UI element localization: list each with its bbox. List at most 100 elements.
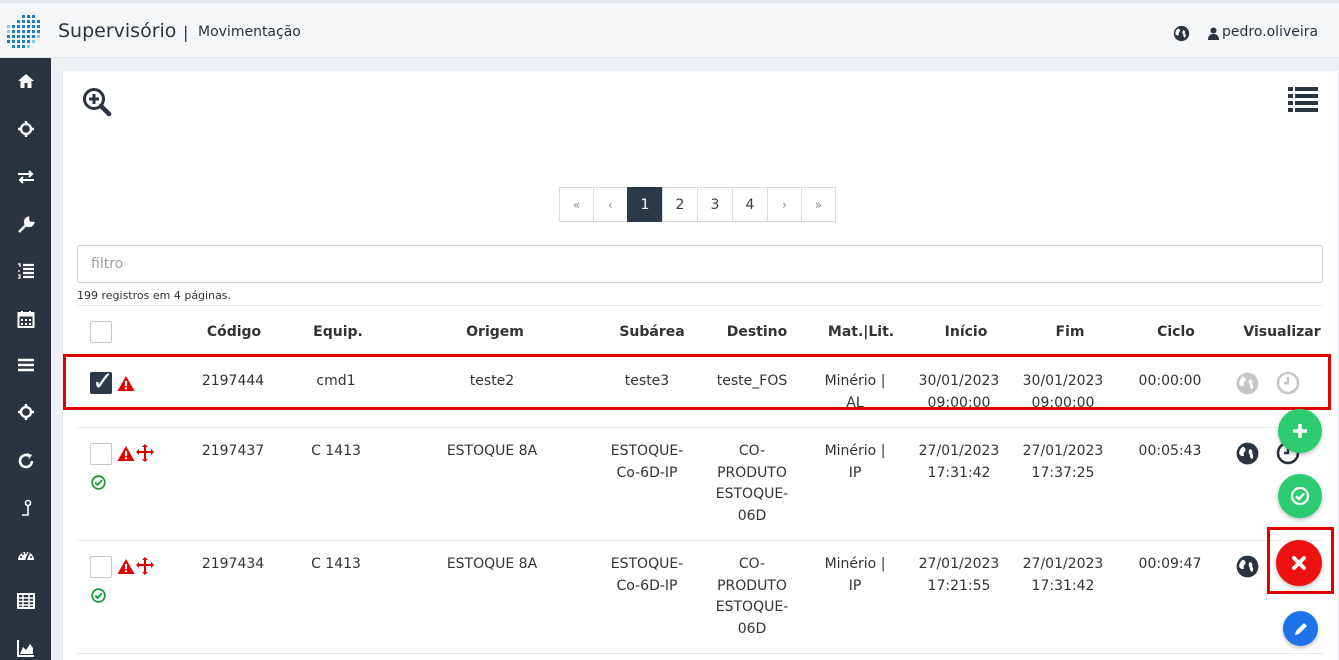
header-visualizar: Visualizar — [1243, 324, 1321, 340]
app-title: Supervisório — [58, 20, 177, 42]
cell-inicio: 27/01/2023 17:21:55 — [918, 556, 1000, 594]
table-icon — [16, 593, 35, 609]
page-prev-button[interactable]: ‹ — [593, 187, 628, 222]
wrench-icon — [17, 216, 35, 233]
header-ciclo[interactable]: Ciclo — [1157, 324, 1195, 340]
cell-codigo: 2197437 — [201, 443, 265, 459]
sidebar — [0, 58, 51, 660]
cell-ciclo: 00:05:43 — [1138, 443, 1202, 459]
warning-icon — [117, 446, 135, 461]
sidebar-item-table[interactable] — [0, 578, 51, 624]
page-button-3[interactable]: 3 — [697, 187, 733, 222]
cell-subarea: ESTOQUE-Co-6D-IP — [610, 556, 684, 594]
sidebar-item-crosshair[interactable] — [0, 106, 51, 152]
header-codigo[interactable]: Código — [207, 324, 261, 340]
cell-origem: ESTOQUE 8A — [446, 443, 538, 459]
cell-destino: CO-PRODUTO ESTOQUE-06D — [715, 443, 789, 524]
title-separator: | — [183, 23, 189, 42]
page-next-button[interactable]: › — [767, 187, 802, 222]
header-fim[interactable]: Fim — [1056, 324, 1085, 340]
page-last-button[interactable]: » — [801, 187, 836, 222]
check-circle-icon — [91, 588, 106, 603]
sidebar-item-dashboard[interactable] — [0, 532, 51, 578]
globe-icon[interactable] — [1236, 555, 1259, 578]
header-destino[interactable]: Destino — [727, 324, 788, 340]
sidebar-item-refresh[interactable] — [0, 438, 51, 484]
top-header: Supervisório | Movimentação pedro.olivei… — [0, 0, 1339, 58]
filter-input[interactable] — [77, 245, 1323, 283]
cell-inicio: 27/01/2023 17:31:42 — [918, 443, 1000, 481]
sidebar-item-calendar[interactable] — [0, 296, 51, 342]
sidebar-item-home[interactable] — [0, 58, 51, 104]
warning-icon — [117, 559, 135, 574]
user-icon — [1208, 27, 1219, 40]
page-button-2[interactable]: 2 — [662, 187, 698, 222]
row-checkbox[interactable] — [90, 556, 112, 578]
add-button[interactable] — [1278, 409, 1322, 453]
zoom-in-icon[interactable] — [82, 87, 112, 117]
cell-subarea: ESTOQUE-Co-6D-IP — [610, 443, 684, 481]
table-header: Código Equip. Origem Subárea Destino Mat… — [77, 305, 1323, 355]
page-first-button[interactable]: « — [559, 187, 594, 222]
pin-icon — [21, 499, 31, 516]
sidebar-item-tools[interactable] — [0, 202, 51, 248]
cell-fim: 27/01/2023 17:37:25 — [1022, 443, 1104, 481]
cell-mat-lit: Minério | IP — [824, 556, 886, 594]
confirm-button[interactable] — [1278, 474, 1322, 518]
header-mat-lit[interactable]: Mat.|Lit. — [828, 324, 894, 340]
cell-fim: 27/01/2023 17:31:42 — [1022, 556, 1104, 594]
table-row[interactable]: 2197437 C 1413 ESTOQUE 8A ESTOQUE-Co-6D-… — [77, 427, 1323, 540]
pagination: « ‹ 1 2 3 4 › » — [559, 187, 836, 222]
language-globe-icon[interactable] — [1173, 25, 1190, 42]
cancel-button[interactable] — [1276, 540, 1322, 586]
cell-equip: C 1413 — [311, 556, 361, 572]
cell-origem: ESTOQUE 8A — [446, 556, 538, 572]
crosshair-icon — [17, 404, 34, 420]
records-info: 199 registros em 4 páginas. — [77, 289, 232, 302]
crosshair-arrows-icon — [136, 557, 154, 575]
calendar-icon — [17, 311, 34, 328]
crosshair-icon — [17, 121, 34, 137]
numbered-list-icon — [17, 263, 34, 279]
header-subarea[interactable]: Subárea — [619, 324, 684, 340]
edit-button[interactable] — [1283, 611, 1318, 646]
page-button-4[interactable]: 4 — [732, 187, 768, 222]
list-view-icon[interactable] — [1287, 85, 1319, 113]
sidebar-item-area-chart[interactable] — [0, 625, 51, 660]
logo-icon — [7, 15, 40, 48]
table-row-divider — [77, 653, 1323, 660]
transfer-icon — [17, 170, 34, 184]
sidebar-item-pin[interactable] — [0, 485, 51, 531]
header-equip[interactable]: Equip. — [313, 324, 363, 340]
page-button-1[interactable]: 1 — [627, 187, 663, 222]
check-circle-icon — [1290, 486, 1310, 506]
cell-equip: C 1413 — [311, 443, 361, 459]
header-origem[interactable]: Origem — [466, 324, 524, 340]
selected-row-highlight — [63, 354, 1331, 410]
close-icon — [1292, 556, 1306, 570]
row-checkbox[interactable] — [90, 443, 112, 465]
cell-codigo: 2197434 — [201, 556, 265, 572]
cell-mat-lit: Minério | IP — [824, 443, 886, 481]
header-inicio[interactable]: Início — [945, 324, 988, 340]
user-menu[interactable]: pedro.oliveira — [1222, 24, 1318, 40]
check-circle-icon — [91, 475, 106, 490]
dashboard-icon — [17, 552, 34, 561]
select-all-checkbox[interactable] — [90, 321, 112, 343]
sidebar-item-crosshair-2[interactable] — [0, 389, 51, 435]
cell-ciclo: 00:09:47 — [1138, 556, 1202, 572]
sidebar-item-menu[interactable] — [0, 342, 51, 388]
sidebar-item-numbered-list[interactable] — [0, 248, 51, 294]
table-row[interactable]: 2197434 C 1413 ESTOQUE 8A ESTOQUE-Co-6D-… — [77, 540, 1323, 653]
page-title: Movimentação — [198, 24, 301, 40]
plus-icon — [1293, 424, 1307, 438]
area-chart-icon — [16, 640, 34, 657]
pencil-icon — [1294, 622, 1307, 635]
globe-icon[interactable] — [1236, 442, 1259, 465]
menu-icon — [17, 358, 34, 372]
home-icon — [17, 74, 34, 88]
crosshair-arrows-icon — [136, 444, 154, 462]
refresh-icon — [18, 453, 33, 469]
sidebar-item-transfer[interactable] — [0, 154, 51, 200]
cell-destino: CO-PRODUTO ESTOQUE-06D — [715, 556, 789, 637]
